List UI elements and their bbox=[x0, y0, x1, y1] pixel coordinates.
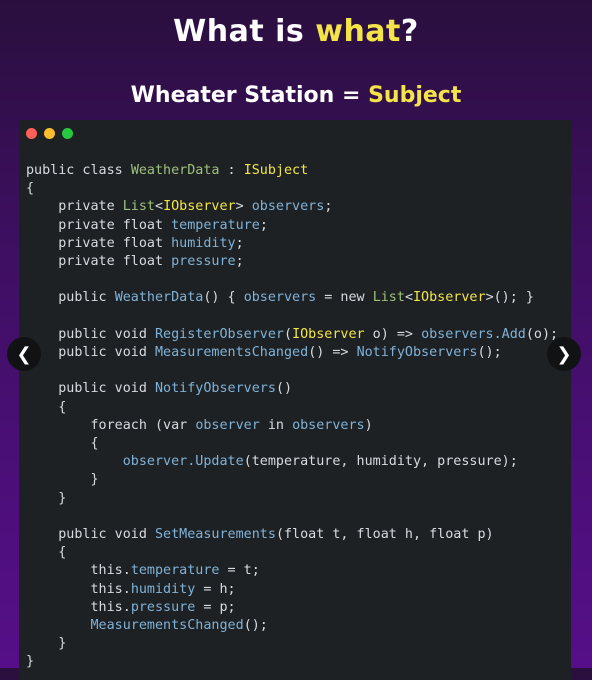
page-subtitle: Wheater Station = Subject bbox=[0, 83, 592, 108]
next-slide-button[interactable]: ❯ bbox=[547, 337, 581, 371]
page-title: What is what? bbox=[0, 14, 592, 49]
maximize-dot-icon bbox=[62, 128, 73, 139]
previous-slide-button[interactable]: ❮ bbox=[7, 337, 41, 371]
code-window: public class WeatherData : ISubject { pr… bbox=[19, 120, 571, 680]
chevron-right-icon: ❯ bbox=[556, 343, 572, 365]
minimize-dot-icon bbox=[44, 128, 55, 139]
code-block: public class WeatherData : ISubject { pr… bbox=[26, 163, 559, 670]
title-highlight: what bbox=[315, 14, 401, 49]
close-dot-icon bbox=[26, 128, 37, 139]
chevron-left-icon: ❮ bbox=[16, 343, 32, 365]
subtitle-prefix: Wheater Station = bbox=[130, 83, 369, 108]
window-controls bbox=[26, 128, 73, 139]
title-prefix: What is bbox=[173, 14, 316, 49]
title-suffix: ? bbox=[400, 14, 419, 49]
subtitle-highlight: Subject bbox=[368, 83, 462, 108]
